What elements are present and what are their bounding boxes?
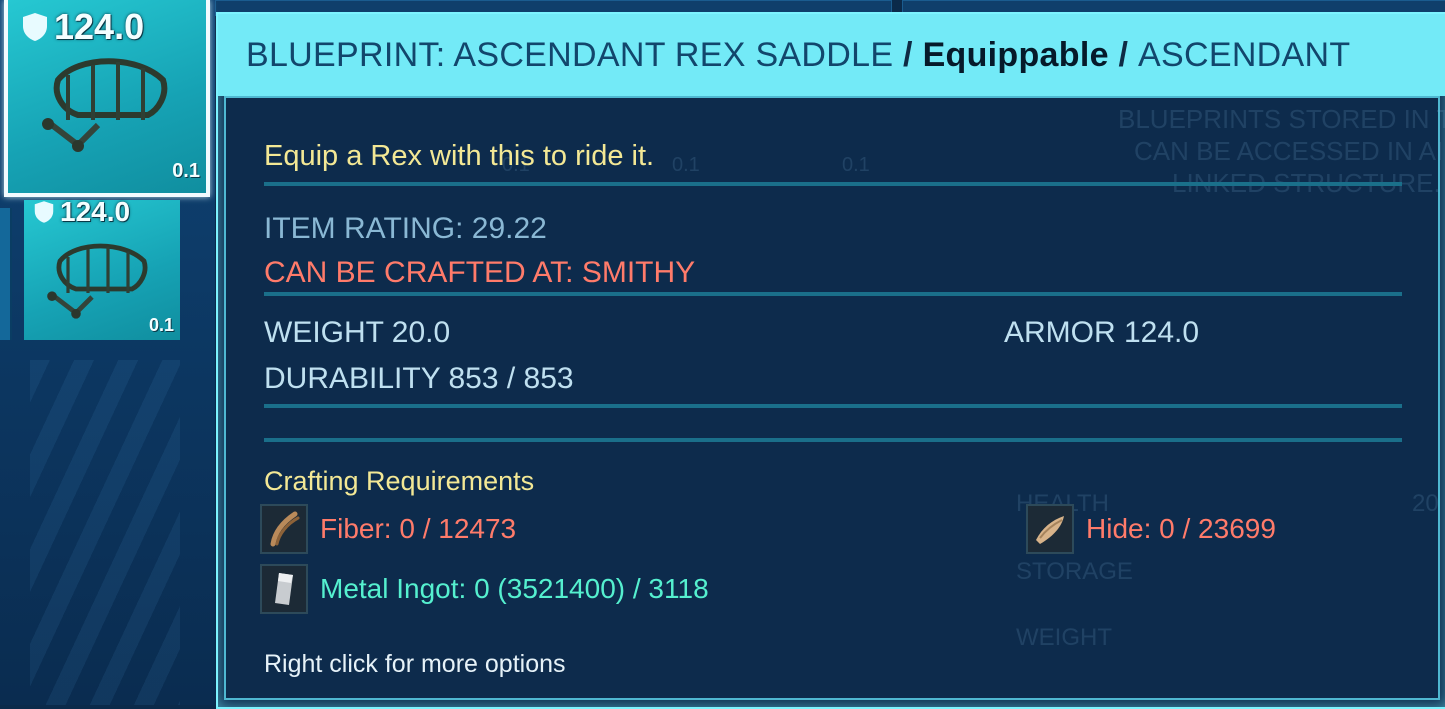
requirement-label: Fiber: 0 / 12473 <box>320 513 517 544</box>
inventory-slot-selected[interactable]: 124.0 0.1 <box>4 0 210 197</box>
tooltip-header: BLUEPRINT: ASCENDANT REX SADDLE / Equipp… <box>218 14 1445 96</box>
shield-icon <box>23 13 47 41</box>
divider <box>264 404 1402 408</box>
requirement-label: Hide: 0 / 23699 <box>1086 513 1276 544</box>
requirement-hide: Hide: 0 / 23699 <box>1026 504 1276 554</box>
saddle-icon <box>42 58 168 152</box>
slot-weight: 0.1 <box>172 160 200 182</box>
item-type: Equippable <box>922 36 1109 74</box>
background-stat-storage: STORAGE <box>1016 558 1133 585</box>
inventory-slot[interactable]: 124.0 0.1 <box>24 196 180 340</box>
inventory-slot-partial[interactable] <box>0 208 12 340</box>
slot-armor-value: 124.0 <box>54 6 145 47</box>
background-slot-weight: 0.1 <box>672 154 700 176</box>
context-hint: Right click for more options <box>264 650 566 678</box>
background-health-value: 20 <box>1412 490 1439 517</box>
hide-icon <box>1026 504 1074 554</box>
title-separator: / <box>1108 36 1139 74</box>
item-tooltip: BLUEPRINT: ASCENDANT REX SADDLE / Equipp… <box>216 12 1445 709</box>
item-rating: ITEM RATING: 29.22 <box>264 212 547 245</box>
item-rarity: ASCENDANT <box>1138 36 1351 74</box>
fiber-icon <box>260 504 308 554</box>
item-description: Equip a Rex with this to ride it. <box>264 140 655 172</box>
slot-armor-rating: 124.0 <box>22 6 144 48</box>
shield-icon <box>34 201 54 223</box>
crafting-station: CAN BE CRAFTED AT: SMITHY <box>264 256 696 289</box>
item-name: BLUEPRINT: ASCENDANT REX SADDLE <box>246 36 894 74</box>
item-armor: ARMOR 124.0 <box>1004 316 1200 349</box>
divider <box>264 292 1402 296</box>
background-stat-weight: WEIGHT <box>1016 624 1112 651</box>
divider <box>264 438 1402 442</box>
background-blueprint-note: CAN BE ACCESSED IN AI <box>1134 136 1444 166</box>
slot-armor-value: 124.0 <box>60 196 131 227</box>
item-weight: WEIGHT 20.0 <box>264 316 451 349</box>
metal-ingot-icon <box>260 564 308 614</box>
background-slot-weight: 0.1 <box>842 154 870 176</box>
inventory-background-pattern <box>30 360 180 705</box>
divider <box>264 182 1402 186</box>
title-separator: / <box>893 36 923 74</box>
tooltip-title: BLUEPRINT: ASCENDANT REX SADDLE / Equipp… <box>246 36 1350 75</box>
requirement-fiber: Fiber: 0 / 12473 <box>260 504 516 554</box>
crafting-requirements-title: Crafting Requirements <box>264 466 535 496</box>
requirement-label: Metal Ingot: 0 (3521400) / 3118 <box>320 573 709 604</box>
slot-armor-rating: 124.0 <box>34 196 130 228</box>
item-durability: DURABILITY 853 / 853 <box>264 362 574 395</box>
slot-weight: 0.1 <box>148 315 174 335</box>
saddle-icon <box>47 243 148 319</box>
background-blueprint-note: BLUEPRINTS STORED IN T <box>1118 104 1445 134</box>
requirement-metal-ingot: Metal Ingot: 0 (3521400) / 3118 <box>260 564 709 614</box>
